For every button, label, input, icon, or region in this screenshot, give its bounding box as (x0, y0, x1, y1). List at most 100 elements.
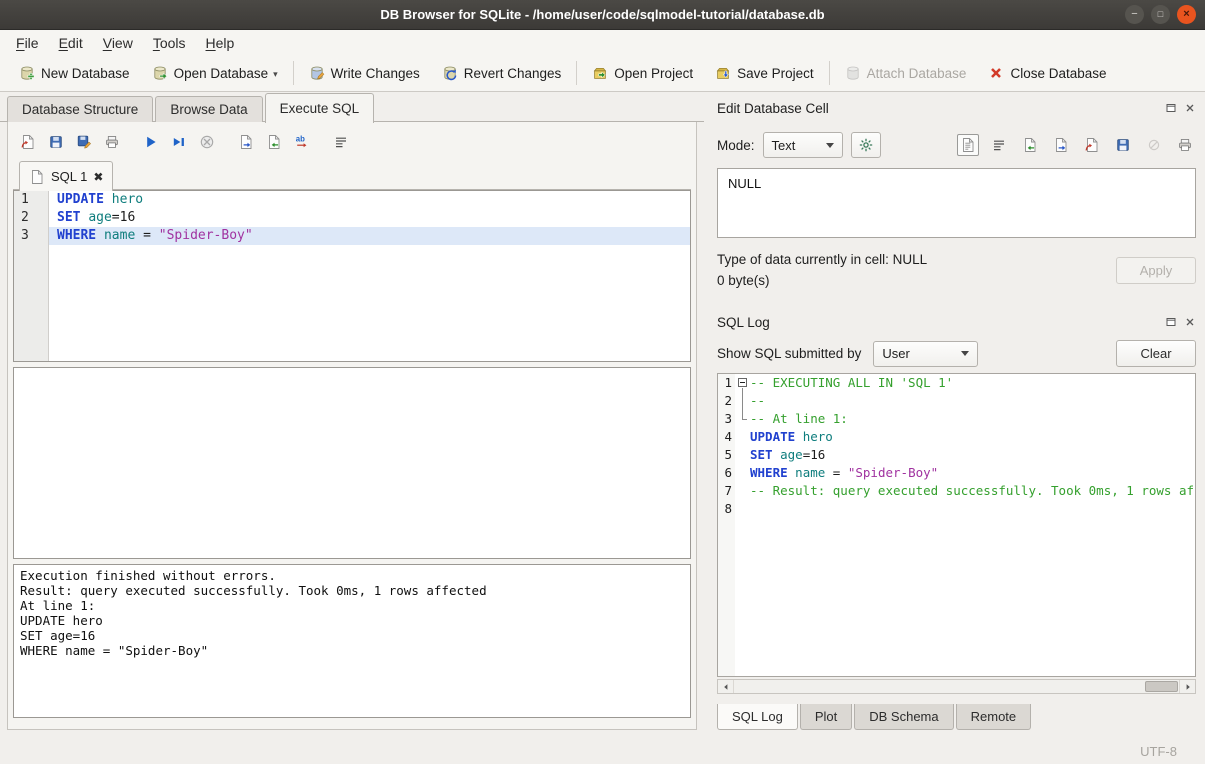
editor-line[interactable]: 1UPDATE hero (14, 191, 690, 209)
export-data-button[interactable] (1112, 134, 1134, 156)
app-window: DB Browser for SQLite - /home/user/code/… (0, 0, 1205, 764)
code-text: SET age=16 (750, 446, 1195, 464)
find-replace-button[interactable]: ab (289, 130, 314, 155)
menu-file[interactable]: File (6, 33, 49, 53)
text-view-button[interactable] (957, 134, 979, 156)
tab-browse-data[interactable]: Browse Data (155, 96, 262, 122)
editor-line[interactable]: 2SET age=16 (14, 209, 690, 227)
fold-column (736, 446, 750, 464)
fold-column (736, 392, 750, 410)
cell-info-texts: Type of data currently in cell: NULL 0 b… (717, 252, 1116, 288)
sql-file-icon (29, 169, 45, 185)
cell-info-row: Type of data currently in cell: NULL 0 b… (717, 252, 1196, 288)
log-line: 6WHERE name = "Spider-Boy" (718, 464, 1195, 482)
mode-combo[interactable]: Text (763, 132, 843, 158)
execute-icon (143, 134, 159, 150)
print-cell-button[interactable] (1174, 134, 1196, 156)
main-tab-bar: Database StructureBrowse DataExecute SQL (0, 92, 704, 122)
bottom-tab-plot[interactable]: Plot (800, 704, 852, 730)
close-panel-icon[interactable] (1184, 102, 1196, 114)
results-grid[interactable] (13, 367, 691, 559)
sql-log-controls: Show SQL submitted by User Clear (717, 340, 1196, 367)
menu-edit[interactable]: Edit (49, 33, 93, 53)
encoding-indicator[interactable]: UTF-8 (1140, 744, 1177, 759)
fold-guide-line (742, 392, 743, 410)
save-project-button[interactable]: Save Project (704, 60, 825, 86)
log-filter-value: User (882, 346, 909, 361)
log-line: 2-- (718, 392, 1195, 410)
print-button[interactable] (99, 130, 124, 155)
log-filter-combo[interactable]: User (873, 341, 978, 367)
code-text: UPDATE hero (49, 191, 690, 209)
output-line: Result: query executed successfully. Too… (20, 583, 684, 598)
main-content: Database StructureBrowse DataExecute SQL… (0, 92, 704, 738)
sql-tab[interactable]: SQL 1 ✖ (19, 161, 113, 191)
tab-execute-sql[interactable]: Execute SQL (265, 93, 375, 123)
open-file-button[interactable] (1019, 134, 1041, 156)
float-panel-icon[interactable] (1165, 316, 1177, 328)
fold-column (736, 410, 750, 428)
import-sql-icon (266, 134, 282, 150)
word-wrap-button[interactable] (988, 134, 1010, 156)
float-panel-icon[interactable] (1165, 102, 1177, 114)
save-sql-file-button[interactable] (43, 130, 68, 155)
word-wrap-button[interactable] (328, 130, 353, 155)
maximize-button[interactable]: □ (1151, 5, 1170, 24)
write-changes-button[interactable]: Write Changes (298, 60, 431, 86)
close-database-button[interactable]: Close Database (977, 60, 1117, 86)
fold-column (736, 500, 750, 518)
cell-editor[interactable]: NULL (717, 168, 1196, 238)
scroll-left-button[interactable] (718, 680, 733, 693)
window-controls: −□ × (1125, 0, 1196, 29)
scroll-right-button[interactable] (1180, 680, 1195, 693)
dropdown-arrow-icon[interactable]: ▾ (273, 69, 278, 81)
log-horizontal-scrollbar[interactable] (717, 679, 1196, 694)
mode-label: Mode: (717, 138, 755, 153)
execute-all-button[interactable] (138, 130, 163, 155)
log-filter-label: Show SQL submitted by (717, 346, 861, 361)
svg-text:ab: ab (295, 135, 304, 144)
save-file-button[interactable] (1050, 134, 1072, 156)
menu-help[interactable]: Help (196, 33, 245, 53)
new-database-button[interactable]: New Database (8, 60, 141, 86)
write-changes-icon (309, 65, 325, 81)
clear-log-button[interactable]: Clear (1116, 340, 1196, 367)
execute-current-line-button[interactable] (166, 130, 191, 155)
open-database-button[interactable]: Open Database▾ (141, 60, 289, 86)
scroll-thumb[interactable] (1145, 681, 1178, 692)
title-bar[interactable]: DB Browser for SQLite - /home/user/code/… (0, 0, 1205, 30)
bottom-tab-sql-log[interactable]: SQL Log (717, 704, 798, 730)
import-button[interactable] (261, 130, 286, 155)
cell-type-info: Type of data currently in cell: NULL (717, 252, 1116, 267)
close-button[interactable]: × (1177, 5, 1196, 24)
right-dock: Edit Database Cell Mode: Text NULL Type … (707, 92, 1205, 738)
close-panel-icon[interactable] (1184, 316, 1196, 328)
line-number: 2 (14, 209, 49, 227)
apply-button: Apply (1116, 257, 1196, 284)
scroll-track[interactable] (733, 680, 1180, 693)
menu-tools[interactable]: Tools (143, 33, 196, 53)
save-sql-file-as-button[interactable] (71, 130, 96, 155)
auto-format-button[interactable] (851, 132, 881, 158)
open-project-button[interactable]: Open Project (581, 60, 704, 86)
line-number: 4 (718, 428, 736, 446)
write-changes-button-label: Write Changes (331, 66, 420, 81)
sql-editor[interactable]: 1UPDATE hero2SET age=163WHERE name = "Sp… (13, 190, 691, 362)
bottom-tab-bar: SQL LogPlotDB SchemaRemote (717, 704, 1196, 730)
window-title: DB Browser for SQLite - /home/user/code/… (380, 7, 824, 22)
close-tab-icon[interactable]: ✖ (93, 170, 103, 184)
sql-log-view[interactable]: 1-- EXECUTING ALL IN 'SQL 1'2--3-- At li… (717, 373, 1196, 677)
bottom-tab-remote[interactable]: Remote (956, 704, 1032, 730)
import-data-button[interactable] (1081, 134, 1103, 156)
menu-view[interactable]: View (93, 33, 143, 53)
revert-changes-button[interactable]: Revert Changes (431, 60, 573, 86)
output-line: SET age=16 (20, 628, 684, 643)
tab-database-structure[interactable]: Database Structure (7, 96, 153, 122)
open-sql-file-button[interactable] (15, 130, 40, 155)
export-button[interactable] (233, 130, 258, 155)
bottom-tab-db-schema[interactable]: DB Schema (854, 704, 953, 730)
editor-line[interactable]: 3WHERE name = "Spider-Boy" (14, 227, 690, 245)
close-database-button-label: Close Database (1010, 66, 1106, 81)
minimize-button[interactable]: − (1125, 5, 1144, 24)
collapse-icon[interactable] (738, 378, 747, 387)
